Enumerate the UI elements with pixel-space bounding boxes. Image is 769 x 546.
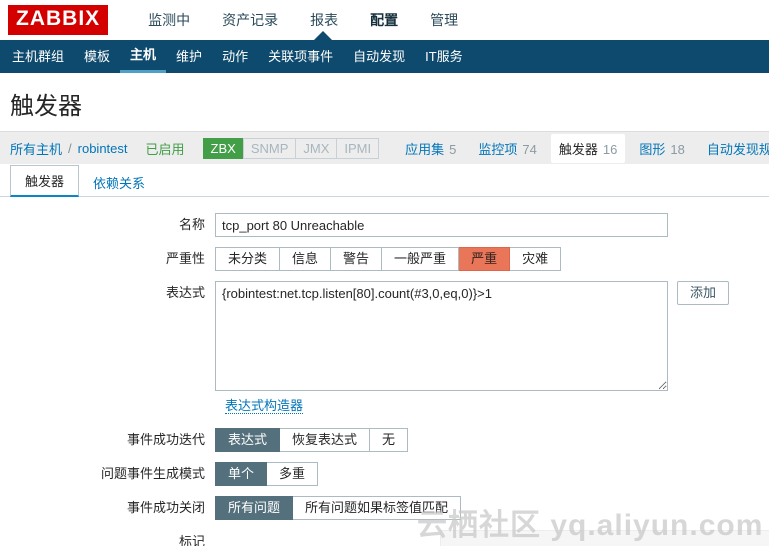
zabbix-logo[interactable]: ZABBIX xyxy=(8,5,109,35)
link-discovery-rules-label[interactable]: 自动发现规则 xyxy=(707,142,769,157)
host-status-enabled[interactable]: 已启用 xyxy=(146,139,185,158)
link-graphs[interactable]: 图形 18 xyxy=(631,134,692,163)
severity-information[interactable]: 信息 xyxy=(280,247,332,271)
closes-all-problems-if-tag-matches[interactable]: 所有问题如果标签值匹配 xyxy=(293,496,462,520)
tab-dependencies[interactable]: 依赖关系 xyxy=(79,168,159,197)
closes-all-problems-selected[interactable]: 所有问题 xyxy=(215,496,294,520)
badge-zbx: ZBX xyxy=(202,137,244,159)
expression-add-button[interactable]: 添加 xyxy=(677,281,730,305)
severity-not-classified[interactable]: 未分类 xyxy=(215,247,281,271)
form-row-tags: 标记 移除 xyxy=(0,530,769,546)
configuration-sub-nav: 主机群组 模板 主机 维护 动作 关联项事件 自动发现 IT服务 xyxy=(0,40,769,73)
link-items[interactable]: 监控项 74 xyxy=(470,134,544,163)
form-row-expression: 表达式 {robintest:net.tcp.listen[80].count(… xyxy=(0,281,769,391)
breadcrumb-host-link[interactable]: robintest xyxy=(78,141,128,156)
top-menu-administration[interactable]: 管理 xyxy=(414,10,474,30)
breadcrumb-separator: / xyxy=(68,140,72,156)
subnav-discovery[interactable]: 自动发现 xyxy=(343,40,415,73)
trigger-form: 名称 严重性 未分类 信息 警告 一般严重 严重 灾难 表达式 {robinte… xyxy=(0,197,769,546)
link-applications[interactable]: 应用集 5 xyxy=(397,134,464,163)
tab-trigger[interactable]: 触发器 xyxy=(10,165,80,197)
link-triggers-current[interactable]: 触发器 16 xyxy=(550,133,626,163)
expression-constructor-row: 表达式构造器 xyxy=(225,395,769,414)
subnav-templates[interactable]: 模板 xyxy=(74,40,120,73)
name-label: 名称 xyxy=(178,217,205,232)
ok-event-closes-label: 事件成功关闭 xyxy=(126,500,205,515)
expression-textarea[interactable]: {robintest:net.tcp.listen[80].count(#3,0… xyxy=(215,281,668,391)
subnav-maintenance[interactable]: 维护 xyxy=(166,40,212,73)
count-graphs: 18 xyxy=(670,141,685,157)
expression-label: 表达式 xyxy=(165,285,205,300)
count-items: 74 xyxy=(522,141,537,157)
link-discovery-rules[interactable]: 自动发现规则3 xyxy=(699,134,769,163)
badge-ipmi: IPMI xyxy=(336,137,380,159)
title-section: 触发器 xyxy=(0,73,769,131)
subnav-actions[interactable]: 动作 xyxy=(212,40,258,73)
link-triggers-label: 触发器 xyxy=(558,141,598,157)
event-mode-multiple[interactable]: 多重 xyxy=(267,462,319,486)
severity-segmented-control: 未分类 信息 警告 一般严重 严重 灾难 xyxy=(215,247,562,271)
form-row-ok-event-closes: 事件成功关闭 所有问题 所有问题如果标签值匹配 xyxy=(0,496,769,520)
link-items-label[interactable]: 监控项 xyxy=(478,142,517,157)
link-graphs-label[interactable]: 图形 xyxy=(639,142,665,157)
problem-event-mode-label: 问题事件生成模式 xyxy=(100,466,205,481)
breadcrumb-all-hosts-link[interactable]: 所有主机 xyxy=(10,139,62,158)
ok-event-generation-label: 事件成功迭代 xyxy=(126,432,205,447)
badge-snmp: SNMP xyxy=(242,137,297,159)
interface-availability-badges: ZBX SNMP JMX IPMI xyxy=(202,137,380,159)
subnav-it-services[interactable]: IT服务 xyxy=(415,40,473,73)
link-applications-label[interactable]: 应用集 xyxy=(405,142,444,157)
severity-label: 严重性 xyxy=(165,251,205,266)
badge-jmx: JMX xyxy=(295,137,338,159)
subnav-hosts[interactable]: 主机 xyxy=(120,40,167,73)
expression-constructor-link[interactable]: 表达式构造器 xyxy=(225,398,304,414)
event-mode-single-selected[interactable]: 单个 xyxy=(215,462,268,486)
severity-disaster[interactable]: 灾难 xyxy=(510,247,562,271)
trigger-tabs: 触发器 依赖关系 xyxy=(0,164,769,197)
form-row-ok-event-generation: 事件成功迭代 表达式 恢复表达式 无 xyxy=(0,428,769,452)
top-menu-configuration[interactable]: 配置 xyxy=(354,10,414,30)
subnav-host-groups[interactable]: 主机群组 xyxy=(2,40,74,73)
subnav-event-correlation[interactable]: 关联项事件 xyxy=(258,40,343,73)
severity-average[interactable]: 一般严重 xyxy=(382,247,460,271)
ok-event-closes-segmented-control: 所有问题 所有问题如果标签值匹配 xyxy=(215,496,462,520)
okgen-recovery-expression[interactable]: 恢复表达式 xyxy=(280,428,371,452)
top-menu-monitoring[interactable]: 监测中 xyxy=(132,10,206,30)
page-title: 触发器 xyxy=(10,93,82,120)
name-input[interactable] xyxy=(215,213,668,237)
severity-high-selected[interactable]: 严重 xyxy=(459,247,511,271)
top-menu-reports[interactable]: 报表 xyxy=(294,10,354,30)
ok-event-generation-segmented-control: 表达式 恢复表达式 无 xyxy=(215,428,409,452)
tags-panel: 移除 xyxy=(440,530,769,546)
okgen-none[interactable]: 无 xyxy=(370,428,409,452)
host-entity-links: 应用集5 监控项74 触发器16 图形18 自动发现规则3 Web 场景 xyxy=(397,133,769,163)
count-applications: 5 xyxy=(449,141,457,157)
problem-event-mode-segmented-control: 单个 多重 xyxy=(215,462,319,486)
form-row-problem-event-mode: 问题事件生成模式 单个 多重 xyxy=(0,462,769,486)
host-nav-bar: 所有主机 / robintest 已启用 ZBX SNMP JMX IPMI 应… xyxy=(0,131,769,164)
top-bar: ZABBIX 监测中 资产记录 报表 配置 管理 xyxy=(0,0,769,40)
active-menu-caret-icon xyxy=(314,31,332,40)
count-triggers: 16 xyxy=(602,141,618,157)
severity-warning[interactable]: 警告 xyxy=(331,247,383,271)
tags-label: 标记 xyxy=(178,534,205,546)
form-row-severity: 严重性 未分类 信息 警告 一般严重 严重 灾难 xyxy=(0,247,769,271)
okgen-expression-selected[interactable]: 表达式 xyxy=(215,428,281,452)
top-menu: 监测中 资产记录 报表 配置 管理 xyxy=(132,10,474,30)
form-row-name: 名称 xyxy=(0,213,769,237)
top-menu-inventory[interactable]: 资产记录 xyxy=(206,10,294,30)
